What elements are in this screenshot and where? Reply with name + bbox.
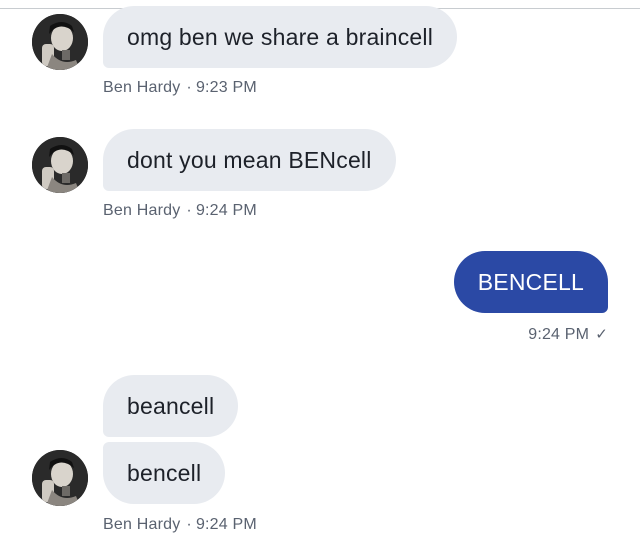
message-bubble[interactable]: omg ben we share a braincell xyxy=(103,6,458,68)
avatar[interactable] xyxy=(32,137,88,193)
avatar-photo xyxy=(32,450,88,506)
message-meta: Ben Hardy · 9:24 PM xyxy=(103,202,257,220)
message-bubble[interactable]: beancell xyxy=(103,375,239,437)
separator: · xyxy=(186,79,192,96)
separator: · xyxy=(186,516,192,533)
message-meta: Ben Hardy · 9:24 PM xyxy=(103,516,257,534)
timestamp: 9:24 PM xyxy=(195,516,257,533)
avatar-photo xyxy=(32,137,88,193)
separator: · xyxy=(186,202,192,219)
message-text: beancell xyxy=(127,392,215,419)
sender-name: Ben Hardy xyxy=(103,202,181,219)
sent-check-icon: ✓ xyxy=(595,326,608,343)
sender-name: Ben Hardy xyxy=(103,516,181,533)
message-meta: Ben Hardy · 9:23 PM xyxy=(103,79,257,97)
message-text: BENCELL xyxy=(477,268,584,295)
message-bubble[interactable]: dont you mean BENcell xyxy=(103,129,396,191)
message-bubble[interactable]: bencell xyxy=(103,442,226,504)
outgoing-message-bubble[interactable]: BENCELL xyxy=(453,251,608,313)
timestamp: 9:24 PM xyxy=(195,202,257,219)
avatar[interactable] xyxy=(32,450,88,506)
avatar[interactable] xyxy=(32,14,88,70)
message-text: omg ben we share a braincell xyxy=(127,23,434,50)
message-meta: 9:24 PM ✓ xyxy=(528,325,608,344)
timestamp: 9:23 PM xyxy=(195,79,257,96)
message-text: bencell xyxy=(127,459,202,486)
avatar-photo xyxy=(32,14,88,70)
timestamp: 9:24 PM xyxy=(528,326,590,343)
message-text: dont you mean BENcell xyxy=(127,146,372,173)
sender-name: Ben Hardy xyxy=(103,79,181,96)
